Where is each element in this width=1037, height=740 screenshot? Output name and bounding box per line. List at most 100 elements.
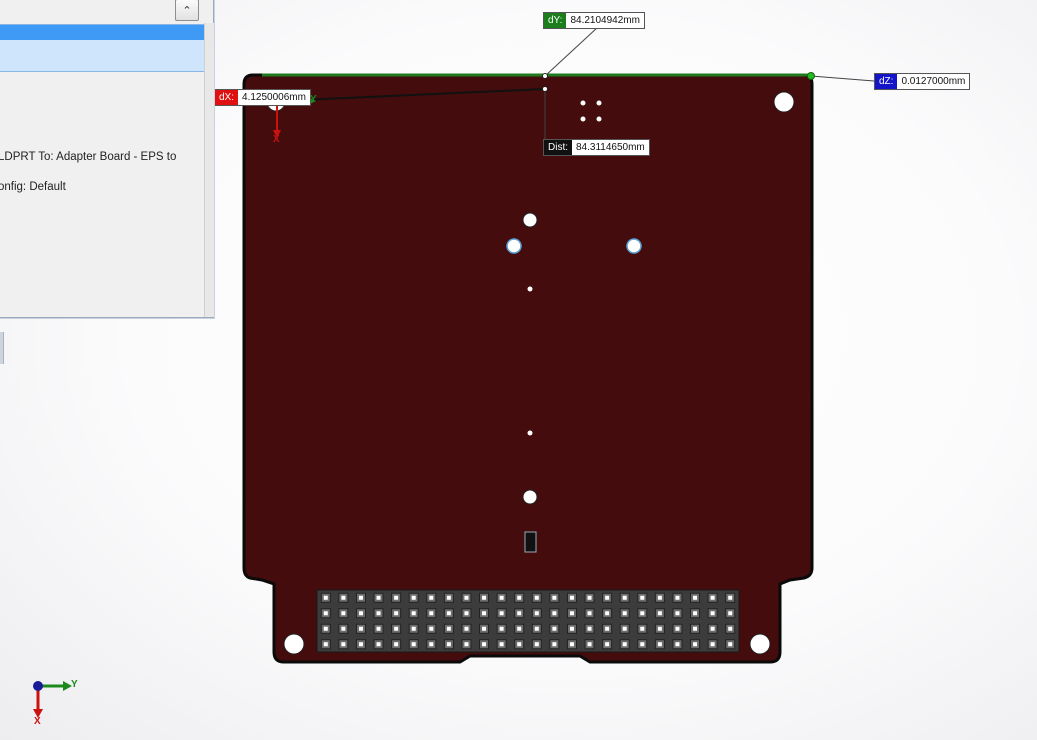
pin-hole [323,642,328,647]
pin-hole [657,611,662,616]
pin-hole [710,626,715,631]
measure-point [807,72,815,80]
pin-hole [394,611,399,616]
pcb-board [242,73,814,664]
part-y-label: Y [310,94,317,105]
pin-hole [323,595,328,600]
pin-hole [657,595,662,600]
pin-hole [710,595,715,600]
pin-hole [376,626,381,631]
pin-hole [640,642,645,647]
via-hole [596,100,602,106]
dz-leader [810,75,875,82]
pin-hole [429,595,434,600]
view-origin [33,681,43,691]
pin-hole [394,626,399,631]
pin-hole [482,595,487,600]
dy-key: dY: [544,13,567,28]
dy-leader [544,26,599,77]
pin-hole [517,595,522,600]
via-hole [527,430,533,436]
pin-hole [693,595,698,600]
pin-hole [728,642,733,647]
pin-hole [534,626,539,631]
mounting-hole [773,91,795,113]
pin-hole [675,642,680,647]
info-line-config: onfig: Default [0,181,66,193]
side-hole [626,238,642,254]
side-tab[interactable] [0,332,4,364]
pin-hole [446,626,451,631]
pin-hole [482,626,487,631]
pin-hole [394,642,399,647]
pin-hole [693,642,698,647]
pin-hole [534,595,539,600]
pin-hole [569,595,574,600]
pin-hole [341,611,346,616]
via-hole [527,286,533,292]
pin-hole [728,611,733,616]
pin-hole [552,642,557,647]
slot-cutout [524,531,537,553]
pin-hole [499,595,504,600]
pin-hole [429,611,434,616]
via-hole [580,100,586,106]
side-hole [506,238,522,254]
selected-list-item[interactable] [0,25,204,40]
pin-hole [675,626,680,631]
pin-hole [517,642,522,647]
chevron-up-icon: ⌃ [182,3,192,17]
pin-hole [464,642,469,647]
pin-hole [446,595,451,600]
pin-hole [482,642,487,647]
pin-hole [499,642,504,647]
pin-hole [376,642,381,647]
selection-list[interactable] [0,24,205,72]
pin-hole [534,611,539,616]
pin-hole [675,611,680,616]
pin-hole [622,611,627,616]
pin-hole [411,626,416,631]
pin-hole [710,642,715,647]
pin-hole [622,642,627,647]
pin-hole [605,642,610,647]
pin-hole [394,595,399,600]
pin-hole [534,642,539,647]
dx-key: dX: [215,90,239,105]
dist-value: 84.3114650mm [576,142,645,153]
pin-hole [569,626,574,631]
pin-hole [657,642,662,647]
measure-point [542,73,548,79]
pin-hole [728,626,733,631]
pin-hole [693,626,698,631]
pin-hole [552,611,557,616]
pin-hole [605,595,610,600]
panel-scrollbar[interactable] [204,23,214,317]
pin-hole [517,626,522,631]
via-hole [596,116,602,122]
dist-key: Dist: [544,140,572,155]
pin-hole [657,626,662,631]
property-panel[interactable]: ⌃ LDPRT To: Adapter Board - EPS to onfig… [0,0,214,318]
pin-hole [446,642,451,647]
pin-hole [640,626,645,631]
pin-hole [640,595,645,600]
pin-hole [587,595,592,600]
pin-hole [622,626,627,631]
pin-hole [587,626,592,631]
pin-hole [622,595,627,600]
info-line-reference: LDPRT To: Adapter Board - EPS to [0,151,177,163]
dz-key: dZ: [875,74,898,89]
pin-hole [411,595,416,600]
pin-hole [517,611,522,616]
dz-value: 0.0127000mm [901,76,966,87]
pin-hole [341,642,346,647]
pin-hole [587,611,592,616]
pin-hole [323,611,328,616]
pin-hole [605,626,610,631]
pin-hole [569,611,574,616]
pin-hole [341,595,346,600]
dx-tag: dX: 4.1250006mm [214,89,311,106]
pin-hole [569,642,574,647]
collapse-button[interactable]: ⌃ [175,0,199,21]
